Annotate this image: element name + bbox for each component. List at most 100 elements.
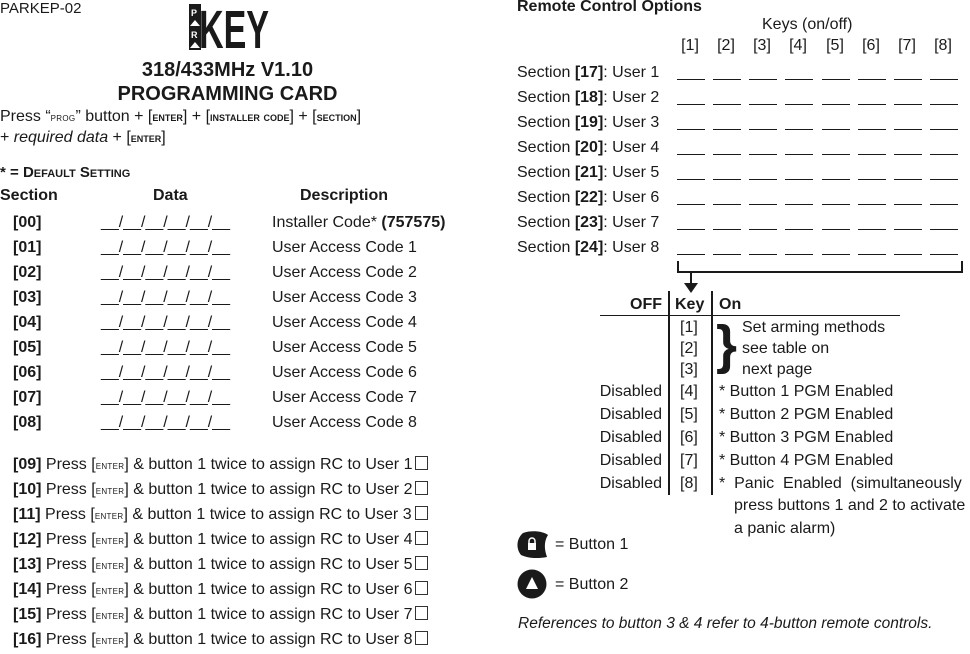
key-toggle-blank[interactable] <box>894 229 922 230</box>
description-text: User Access Code 3 <box>272 289 417 306</box>
key-toggle-blank[interactable] <box>822 129 850 130</box>
key-toggle-blank[interactable] <box>677 154 705 155</box>
code-data-field[interactable]: __/__/__/__/__/__ <box>101 335 230 360</box>
key-toggle-blank[interactable] <box>785 104 813 105</box>
key-toggle-blank[interactable] <box>677 79 705 80</box>
key-toggle-blank[interactable] <box>749 204 777 205</box>
key-toggle-blank[interactable] <box>785 129 813 130</box>
key-toggle-blank[interactable] <box>858 179 886 180</box>
key-toggle-blank[interactable] <box>858 254 886 255</box>
key-toggle-blank[interactable] <box>749 104 777 105</box>
code-data-field[interactable]: __/__/__/__/__/__ <box>101 310 230 335</box>
code-data-field[interactable]: __/__/__/__/__/__ <box>101 260 230 285</box>
section-word: Section <box>517 139 575 156</box>
key-toggle-blank[interactable] <box>822 254 850 255</box>
key-toggle-blank[interactable] <box>858 154 886 155</box>
key-toggle-blank[interactable] <box>785 179 813 180</box>
legend-key: [3] <box>680 361 698 378</box>
code-data-field[interactable]: __/__/__/__/__/__ <box>101 210 230 235</box>
key-toggle-blank[interactable] <box>749 79 777 80</box>
key-toggle-blank[interactable] <box>858 229 886 230</box>
brace-icon: } <box>716 315 738 375</box>
legend-on: * Button 4 PGM Enabled <box>719 452 894 469</box>
key-toggle-blank[interactable] <box>677 229 705 230</box>
key-toggle-blank[interactable] <box>713 229 741 230</box>
key-toggle-blank[interactable] <box>822 204 850 205</box>
key-toggle-blank[interactable] <box>930 79 958 80</box>
key-toggle-blank[interactable] <box>822 229 850 230</box>
user-label: User 6 <box>612 189 660 206</box>
section-number: [06] <box>13 364 42 381</box>
key-toggle-blank[interactable] <box>858 204 886 205</box>
key-toggle-blank[interactable] <box>930 104 958 105</box>
key-toggle-blank[interactable] <box>713 154 741 155</box>
rc-user: 7 <box>403 606 413 623</box>
key-toggle-blank[interactable] <box>930 154 958 155</box>
key-toggle-blank[interactable] <box>785 79 813 80</box>
key-toggle-blank[interactable] <box>677 104 705 105</box>
key-toggle-blank[interactable] <box>894 254 922 255</box>
rc-assign-checkbox[interactable] <box>415 481 429 495</box>
rc-press: Press [ <box>45 456 96 473</box>
key-toggle-blank[interactable] <box>677 254 705 255</box>
key-toggle-blank[interactable] <box>930 179 958 180</box>
section-number: [24] <box>574 239 604 256</box>
arming-text-line: next page <box>742 361 813 378</box>
key-column-header: [2] <box>717 37 735 54</box>
legend-key: [6] <box>680 429 698 446</box>
key-toggle-blank[interactable] <box>858 79 886 80</box>
key-toggle-blank[interactable] <box>894 129 922 130</box>
key-toggle-blank[interactable] <box>713 129 741 130</box>
key-toggle-blank[interactable] <box>894 104 922 105</box>
key-toggle-blank[interactable] <box>822 154 850 155</box>
key-toggle-blank[interactable] <box>858 129 886 130</box>
code-data-field[interactable]: __/__/__/__/__/__ <box>101 360 230 385</box>
key-toggle-blank[interactable] <box>822 79 850 80</box>
key-toggle-blank[interactable] <box>785 229 813 230</box>
key-toggle-blank[interactable] <box>677 179 705 180</box>
key-toggle-blank[interactable] <box>894 79 922 80</box>
rc-assign-checkbox[interactable] <box>415 556 429 570</box>
key-toggle-blank[interactable] <box>894 204 922 205</box>
key-toggle-blank[interactable] <box>930 254 958 255</box>
key-toggle-blank[interactable] <box>713 79 741 80</box>
rc-enter: enter <box>95 635 125 647</box>
section-number: [16] <box>13 631 42 648</box>
code-data-field[interactable]: __/__/__/__/__/__ <box>101 235 230 260</box>
code-data-field[interactable]: __/__/__/__/__/__ <box>101 410 230 435</box>
key-toggle-blank[interactable] <box>713 179 741 180</box>
key-toggle-blank[interactable] <box>930 129 958 130</box>
code-data-field[interactable]: __/__/__/__/__/__ <box>101 285 230 310</box>
user-label: User 3 <box>612 114 660 131</box>
key-toggle-blank[interactable] <box>713 104 741 105</box>
legend-key: [8] <box>680 475 698 492</box>
key-toggle-blank[interactable] <box>822 104 850 105</box>
legend-header-off: OFF <box>630 296 662 313</box>
key-toggle-blank[interactable] <box>749 129 777 130</box>
rc-assign-checkbox[interactable] <box>414 506 428 520</box>
key-toggle-blank[interactable] <box>677 204 705 205</box>
rc-assign-checkbox[interactable] <box>415 606 429 620</box>
rc-assign-checkbox[interactable] <box>415 581 429 595</box>
key-toggle-blank[interactable] <box>749 229 777 230</box>
key-toggle-blank[interactable] <box>894 179 922 180</box>
key-toggle-blank[interactable] <box>822 179 850 180</box>
key-toggle-blank[interactable] <box>749 154 777 155</box>
rc-assign-checkbox[interactable] <box>415 631 429 645</box>
key-toggle-blank[interactable] <box>785 254 813 255</box>
key-toggle-blank[interactable] <box>749 179 777 180</box>
key-toggle-blank[interactable] <box>894 154 922 155</box>
rc-assign-checkbox[interactable] <box>415 531 429 545</box>
rc-assign-checkbox[interactable] <box>415 456 429 470</box>
key-toggle-blank[interactable] <box>749 254 777 255</box>
key-toggle-blank[interactable] <box>858 104 886 105</box>
key-toggle-blank[interactable] <box>677 129 705 130</box>
key-toggle-blank[interactable] <box>713 254 741 255</box>
key-toggle-blank[interactable] <box>930 204 958 205</box>
key-toggle-blank[interactable] <box>785 154 813 155</box>
key-toggle-blank[interactable] <box>713 204 741 205</box>
key-toggle-blank[interactable] <box>930 229 958 230</box>
default-eq: = <box>5 164 23 181</box>
key-toggle-blank[interactable] <box>785 204 813 205</box>
code-data-field[interactable]: __/__/__/__/__/__ <box>101 385 230 410</box>
